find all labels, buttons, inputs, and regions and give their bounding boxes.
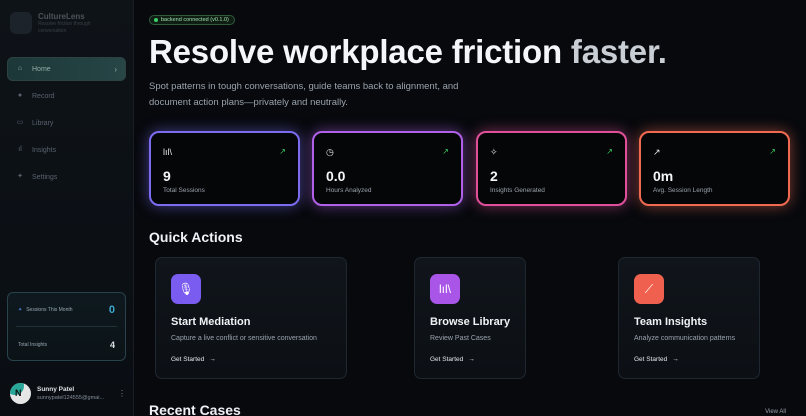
- divider: [16, 326, 117, 327]
- sidebar-item-home[interactable]: ⌂ Home ›: [7, 57, 126, 81]
- stat-value: 2: [490, 168, 498, 184]
- logo-icon: [10, 12, 32, 34]
- library-icon: lıl\: [163, 147, 172, 157]
- action-title: Start Mediation: [171, 316, 251, 328]
- user-email: sunnypatel124555@gmai...: [37, 395, 105, 401]
- home-icon: ⌂: [17, 65, 23, 72]
- chart-icon: ⟋: [634, 274, 664, 304]
- action-description: Capture a live conflict or sensitive con…: [171, 335, 317, 342]
- user-profile[interactable]: N Sunny Patel sunnypatel124555@gmai... ⋮: [10, 383, 126, 404]
- sidebar-item-record[interactable]: ● Record: [7, 84, 126, 108]
- chevron-right-icon: ›: [114, 64, 117, 74]
- page-title-main: Resolve workplace friction: [149, 33, 562, 70]
- sessions-value: 0: [108, 304, 115, 316]
- sparkle-icon: ✧: [490, 147, 498, 157]
- recent-cases-heading: Recent Cases: [149, 402, 241, 416]
- stat-card-avg-session-length: ↗ ↗ 0m Avg. Session Length: [639, 131, 790, 206]
- stat-value: 9: [163, 168, 171, 184]
- stat-card-insights-generated: ✧ ↗ 2 Insights Generated: [476, 131, 627, 206]
- sparkle-icon: ✦: [17, 173, 23, 180]
- avatar: N: [10, 383, 31, 404]
- action-card-browse-library[interactable]: lıl\ Browse Library Review Past Cases Ge…: [414, 257, 526, 379]
- action-description: Analyze communication patterns: [634, 335, 736, 342]
- stat-label: Insights Generated: [490, 187, 545, 194]
- insights-value: 4: [109, 340, 115, 350]
- view-all-link[interactable]: View All: [765, 409, 786, 415]
- get-started-link[interactable]: Get Started →: [171, 356, 216, 363]
- insights-label: Total Insights: [18, 342, 48, 348]
- stat-card-hours-analyzed: ◷ ↗ 0.0 Hours Analyzed: [312, 131, 463, 206]
- link-label: Get Started: [634, 356, 668, 363]
- sidebar-item-label: Settings: [32, 173, 58, 181]
- sidebar: CultureLens Resolve friction through con…: [0, 0, 134, 416]
- action-card-start-mediation[interactable]: 🎙︎ Start Mediation Capture a live confli…: [155, 257, 347, 379]
- status-badge: backend connected (v0.1.0): [149, 15, 235, 25]
- library-icon: lıl\: [430, 274, 460, 304]
- action-title: Team Insights: [634, 316, 708, 328]
- trend-up-icon: ↗: [279, 147, 286, 156]
- page-subtitle: Spot patterns in tough conversations, gu…: [149, 81, 459, 108]
- arrow-right-icon: →: [672, 356, 679, 363]
- action-description: Review Past Cases: [430, 335, 491, 342]
- trend-up-icon: ↗: [442, 147, 449, 156]
- stat-value: 0.0: [326, 168, 346, 184]
- trend-up-icon: ↗: [653, 147, 661, 157]
- book-icon: ▭: [16, 119, 24, 126]
- stat-value: 0m: [653, 168, 674, 184]
- page-title: Resolve workplace friction faster.: [149, 33, 667, 71]
- bar-chart-icon: ıl: [18, 146, 22, 153]
- stat-label: Hours Analyzed: [326, 187, 372, 194]
- sidebar-nav: ⌂ Home › ● Record ▭ Library ıl Insights …: [7, 57, 126, 192]
- arrow-right-icon: →: [209, 356, 216, 363]
- get-started-link[interactable]: Get Started →: [430, 356, 475, 363]
- more-vertical-icon[interactable]: ⋮: [118, 389, 126, 398]
- app-name: CultureLens: [38, 12, 85, 21]
- sidebar-item-label: Insights: [32, 146, 57, 154]
- sidebar-item-settings[interactable]: ✦ Settings: [7, 165, 126, 189]
- sidebar-item-library[interactable]: ▭ Library: [7, 111, 126, 135]
- get-started-link[interactable]: Get Started →: [634, 356, 679, 363]
- sidebar-item-insights[interactable]: ıl Insights: [7, 138, 126, 162]
- sidebar-item-label: Home: [32, 65, 51, 73]
- stat-label: Total Sessions: [163, 187, 205, 194]
- brand[interactable]: CultureLens Resolve friction through con…: [10, 12, 116, 34]
- clock-icon: ◷: [326, 147, 334, 157]
- link-label: Get Started: [430, 356, 464, 363]
- sidebar-item-label: Record: [32, 92, 55, 100]
- action-title: Browse Library: [430, 316, 511, 328]
- monthly-stats-card: ✦ Sessions This Month 0 Total Insights 4: [7, 292, 126, 361]
- stat-label: Avg. Session Length: [653, 187, 713, 194]
- sidebar-item-label: Library: [32, 119, 54, 127]
- quick-actions-heading: Quick Actions: [149, 229, 243, 245]
- mic-icon: 🎙︎: [171, 274, 201, 304]
- link-label: Get Started: [171, 356, 205, 363]
- avatar-initial: N: [15, 388, 22, 398]
- stat-card-total-sessions: lıl\ ↗ 9 Total Sessions: [149, 131, 300, 206]
- arrow-right-icon: →: [468, 356, 475, 363]
- status-badge-text: backend connected (v0.1.0): [161, 17, 229, 23]
- sparkle-icon: ✦: [18, 307, 23, 313]
- user-name: Sunny Patel: [37, 386, 75, 393]
- app-tagline: Resolve friction through conversation: [38, 21, 91, 34]
- trend-up-icon: ↗: [606, 147, 613, 156]
- page-title-accent: faster.: [570, 33, 667, 70]
- sessions-label: Sessions This Month: [26, 307, 73, 313]
- trend-up-icon: ↗: [769, 147, 776, 156]
- status-dot-icon: [154, 18, 158, 22]
- action-card-team-insights[interactable]: ⟋ Team Insights Analyze communication pa…: [618, 257, 760, 379]
- mic-icon: ●: [17, 92, 23, 99]
